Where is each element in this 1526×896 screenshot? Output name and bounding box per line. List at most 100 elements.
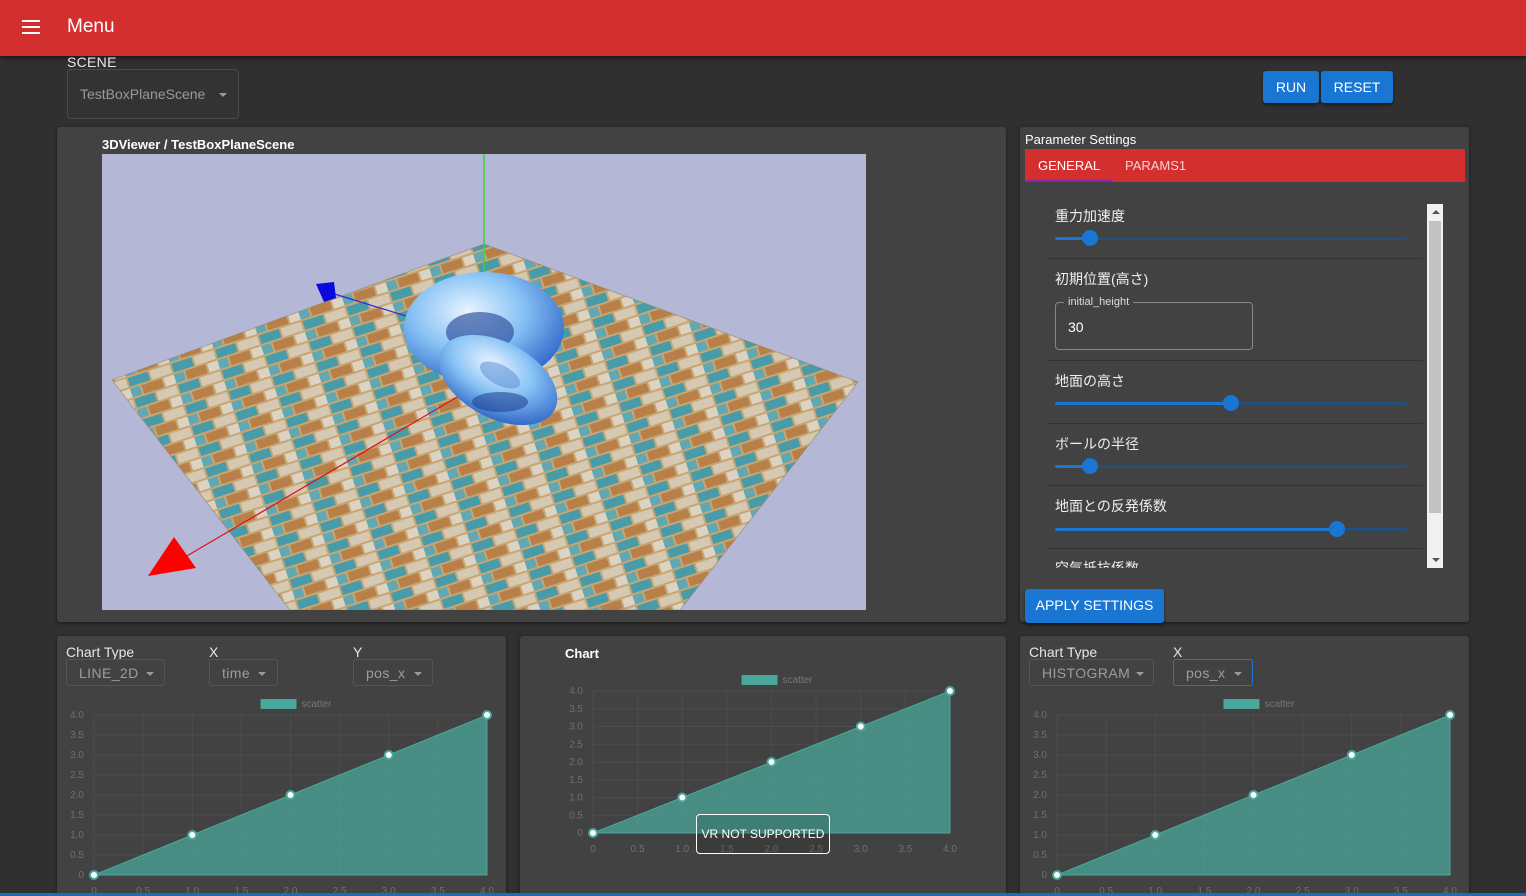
y-tick-label: 2.5: [70, 770, 84, 781]
y-tick-label: 3.0: [569, 722, 583, 733]
data-point[interactable]: [1346, 750, 1357, 760]
x-tick-label: 3.5: [431, 886, 445, 893]
scene-select-value: TestBoxPlaneScene: [80, 86, 206, 102]
x-tick-label: 1.5: [1197, 886, 1211, 893]
slider-thumb[interactable]: [1328, 521, 1345, 537]
scroll-down-icon[interactable]: [1432, 558, 1440, 562]
y-tick-label: 2.5: [1033, 770, 1047, 781]
x-tick-label: 1.0: [185, 886, 199, 893]
x-tick-label: 2.0: [1247, 886, 1261, 893]
y-tick-label: 1.0: [569, 793, 583, 804]
tab-params1[interactable]: PARAMS1: [1125, 158, 1186, 173]
slider-gravity[interactable]: [1055, 230, 1407, 246]
chart-type-value: HISTOGRAM: [1042, 665, 1131, 681]
slider-ball-radius[interactable]: [1055, 458, 1407, 474]
y-tick-label: 0.5: [569, 810, 583, 821]
menu-icon[interactable]: [22, 19, 40, 35]
data-point[interactable]: [855, 721, 866, 732]
scrollbar-thumb[interactable]: [1429, 221, 1441, 513]
3d-scene-render: [111, 154, 859, 610]
3d-viewport[interactable]: [102, 154, 866, 610]
y-tick-label: 4.0: [1033, 710, 1047, 721]
x-axis-label: X: [209, 644, 219, 660]
tab-general[interactable]: GENERAL: [1038, 158, 1100, 173]
x-tick-label: 1.0: [675, 844, 689, 855]
y-tick-label: 1.0: [1033, 830, 1047, 841]
y-tick-label: 2.0: [70, 790, 84, 801]
chart-type-label: Chart Type: [1029, 644, 1098, 660]
data-point[interactable]: [1248, 790, 1259, 800]
scene-label: SCENE: [67, 54, 117, 70]
x-tick-label: 4.0: [943, 844, 957, 855]
chevron-down-icon: [1136, 672, 1144, 676]
data-point[interactable]: [285, 790, 296, 800]
x-tick-label: 0.5: [136, 886, 150, 893]
parameter-settings-title: Parameter Settings: [1025, 132, 1137, 147]
vr-button[interactable]: VR NOT SUPPORTED: [696, 814, 830, 854]
parameter-scrollbar[interactable]: [1427, 204, 1443, 568]
data-point[interactable]: [766, 757, 777, 767]
y-tick-label: 3.5: [1033, 730, 1047, 741]
chart-type-select[interactable]: HISTOGRAM: [1029, 659, 1154, 686]
y-tick-label: 2.5: [569, 739, 583, 750]
chart-1: scatter 0 0.5 1.0 1.5 2.0 2.5 3.0 3.5 4.0 0 0.5 1.0 1…: [70, 699, 494, 893]
y-tick-label: 0.5: [70, 850, 84, 861]
data-point[interactable]: [677, 792, 688, 803]
reset-button[interactable]: RESET: [1321, 71, 1393, 103]
app-title: Menu: [67, 16, 115, 37]
field-label: initial_height: [1064, 296, 1134, 308]
data-point[interactable]: [383, 750, 394, 760]
x-axis-select[interactable]: time: [209, 659, 278, 686]
y-tick-label: 3.0: [1033, 750, 1047, 761]
y-tick-label: 1.5: [70, 810, 84, 821]
data-point[interactable]: [187, 830, 198, 840]
app-bar: Menu: [0, 0, 1526, 56]
apply-settings-button[interactable]: APPLY SETTINGS: [1025, 589, 1164, 623]
x-tick-label: 3.5: [1394, 886, 1408, 893]
y-tick-label: 0: [577, 828, 583, 839]
x-tick-label: 4.0: [1443, 886, 1457, 893]
scene-select[interactable]: TestBoxPlaneScene: [67, 69, 239, 119]
x-tick-label: 2.0: [284, 886, 298, 893]
x-tick-label: 2.5: [333, 886, 347, 893]
data-point[interactable]: [89, 870, 99, 880]
data-point[interactable]: [1052, 870, 1062, 880]
param-label: 地面の高さ: [1055, 373, 1125, 389]
data-point[interactable]: [945, 686, 955, 696]
run-button[interactable]: RUN: [1263, 71, 1319, 103]
data-point[interactable]: [482, 710, 492, 720]
chevron-down-icon: [258, 672, 266, 676]
param-label: 重力加速度: [1055, 208, 1125, 224]
legend-label: scatter: [1265, 699, 1296, 710]
slider-thumb[interactable]: [1082, 458, 1099, 474]
slider-ground-height[interactable]: [1055, 395, 1407, 411]
chart-type-value: LINE_2D: [79, 665, 139, 681]
chart-title: Chart: [565, 646, 599, 661]
slider-thumb[interactable]: [1223, 395, 1239, 411]
slider-restitution[interactable]: [1055, 521, 1407, 537]
y-tick-label: 1.0: [70, 830, 84, 841]
slider-thumb[interactable]: [1082, 230, 1099, 246]
tab-bar: GENERAL PARAMS1: [1025, 149, 1465, 182]
active-tab-indicator: [1025, 180, 1113, 182]
chart-type-select[interactable]: LINE_2D: [66, 659, 165, 686]
y-tick-label: 3.5: [569, 704, 583, 715]
y-axis-value: pos_x: [366, 665, 406, 681]
data-point[interactable]: [1445, 710, 1455, 720]
chevron-down-icon: [1234, 672, 1242, 676]
data-point[interactable]: [588, 828, 598, 838]
scroll-up-icon[interactable]: [1432, 210, 1440, 214]
param-label: 空気抵抗係数: [1055, 560, 1139, 568]
x-axis-select[interactable]: pos_x: [1173, 659, 1253, 686]
initial-height-field[interactable]: initial_height 30: [1055, 296, 1253, 350]
x-tick-label: 0: [1054, 886, 1060, 893]
parameter-list[interactable]: 重力加速度 初期位置(高さ) initial_height 30 地面の高さ ボ…: [1033, 204, 1443, 568]
x-tick-label: 0: [91, 886, 97, 893]
x-tick-label: 0: [590, 844, 596, 855]
y-axis-select[interactable]: pos_x: [353, 659, 433, 686]
y-tick-label: 4.0: [569, 686, 583, 697]
y-tick-label: 3.0: [70, 750, 84, 761]
data-point[interactable]: [1150, 830, 1161, 840]
x-axis-value: time: [222, 665, 251, 681]
y-axis-label: Y: [353, 644, 363, 660]
